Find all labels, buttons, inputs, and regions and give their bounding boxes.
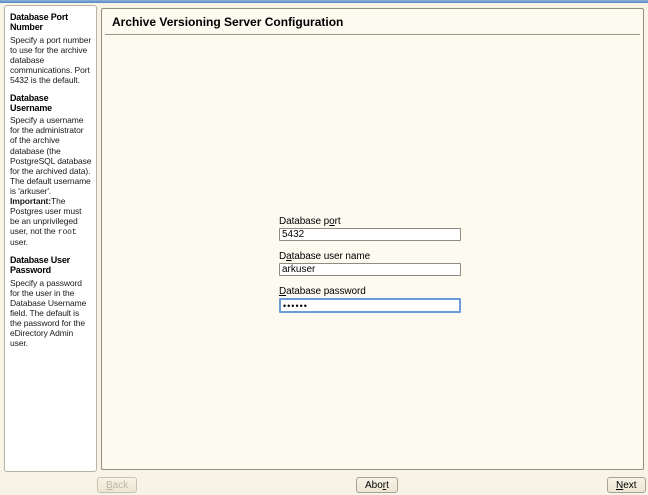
database-password-label: Database password — [279, 286, 461, 297]
database-username-label: Database user name — [279, 251, 461, 262]
abort-button[interactable]: Abort — [356, 477, 398, 493]
database-port-label-pre: Database p — [279, 216, 330, 227]
back-button[interactable]: Back — [97, 477, 138, 493]
database-config-form: Database port Database user name Databas… — [279, 216, 461, 321]
wizard-content-panel: Archive Versioning Server Configuration … — [101, 8, 644, 470]
help-important-label: Important: — [10, 195, 52, 206]
title-separator — [105, 34, 640, 35]
next-button[interactable]: Next — [607, 477, 646, 493]
database-port-input[interactable] — [279, 228, 461, 241]
abort-button-label-post: t — [386, 479, 389, 491]
back-button-label-post: ack — [112, 479, 129, 491]
database-port-label: Database port — [279, 216, 461, 227]
next-button-label-post: ext — [623, 479, 637, 491]
help-heading-username: Database Username — [10, 92, 52, 114]
back-button-label-mnemonic: B — [106, 479, 113, 491]
help-sidebar: Database Port Number Specify a port numb… — [4, 5, 97, 472]
database-username-input[interactable] — [279, 263, 461, 276]
help-text-password: Specify a password for the user in the D… — [10, 277, 87, 348]
help-text-port: Specify a port number to use for the arc… — [10, 34, 92, 85]
help-text-username: Specify a username for the administrator… — [10, 115, 92, 247]
database-username-label-post: tabase user name — [291, 251, 371, 262]
database-password-input[interactable] — [279, 298, 461, 313]
help-heading-port: Database Port Number — [10, 12, 68, 33]
help-root-word: root — [57, 227, 77, 237]
help-text-username-part3: user. — [10, 237, 28, 248]
window-accent-strip — [0, 0, 648, 3]
abort-button-label-pre: Abo — [365, 479, 383, 491]
database-port-label-post: rt — [334, 216, 341, 227]
help-heading-password: Database User Password — [10, 255, 70, 276]
help-text-username-part1: Specify a username for the administrator… — [10, 115, 92, 196]
database-password-label-post: atabase password — [286, 286, 366, 297]
page-title: Archive Versioning Server Configuration — [112, 15, 344, 29]
